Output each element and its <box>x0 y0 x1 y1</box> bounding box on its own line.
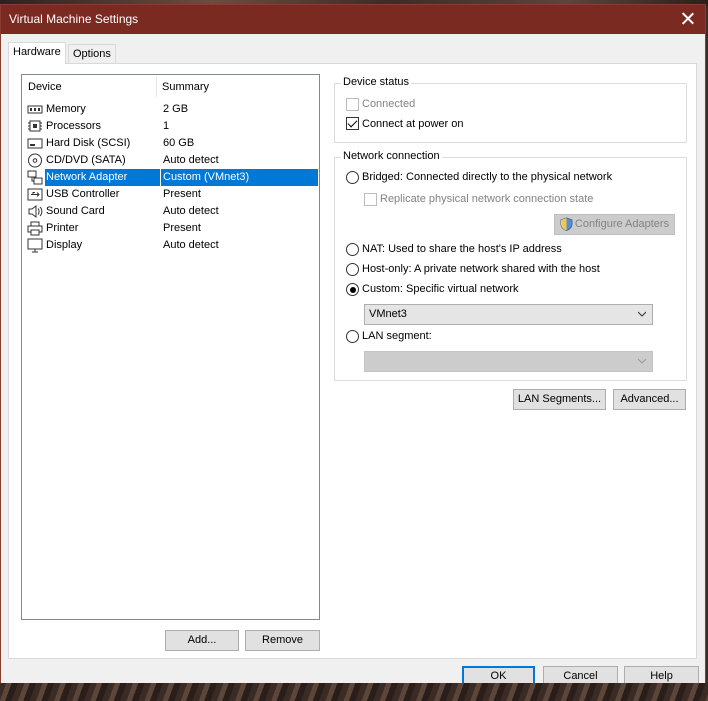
device-row-printer[interactable]: Printer Present <box>25 220 318 237</box>
device-summary: Auto detect <box>163 239 219 251</box>
display-icon <box>27 238 43 253</box>
connect-at-power-on-label: Connect at power on <box>362 118 464 130</box>
device-name: CD/DVD (SATA) <box>46 154 126 166</box>
chevron-down-icon <box>638 357 646 365</box>
tab-hardware[interactable]: Hardware <box>8 42 66 64</box>
device-summary: 2 GB <box>163 103 189 115</box>
device-summary: Auto detect <box>163 154 219 166</box>
device-summary: 60 GB <box>163 137 195 149</box>
device-list[interactable]: Device Summary Memory 2 GB Processors 1 <box>21 74 320 620</box>
nat-label: NAT: Used to share the host's IP address <box>362 243 562 255</box>
shield-icon <box>560 217 573 232</box>
device-row-memory[interactable]: Memory 2 GB <box>25 101 318 118</box>
device-name: Display <box>46 239 83 251</box>
tab-label: Hardware <box>13 46 61 58</box>
column-divider[interactable] <box>156 77 157 97</box>
device-summary: 1 <box>163 120 170 132</box>
device-name: Printer <box>46 222 79 234</box>
custom-radio[interactable] <box>346 283 359 296</box>
host-only-radio[interactable] <box>346 263 359 276</box>
device-row-network-adapter[interactable]: Network Adapter Custom (VMnet3) <box>25 169 318 186</box>
device-summary: Custom (VMnet3) <box>163 171 250 183</box>
device-summary: Auto detect <box>163 205 219 217</box>
configure-adapters-button[interactable]: Configure Adapters <box>554 214 675 235</box>
printer-icon <box>27 221 43 236</box>
hardware-panel: Device Summary Memory 2 GB Processors 1 <box>8 63 697 659</box>
configure-adapters-label: Configure Adapters <box>574 218 670 230</box>
custom-label: Custom: Specific virtual network <box>362 283 519 295</box>
cd-dvd-icon <box>27 153 43 168</box>
device-row-hard-disk[interactable]: Hard Disk (SCSI) 60 GB <box>25 135 318 152</box>
device-summary: Present <box>163 222 201 234</box>
device-name: Processors <box>46 120 102 132</box>
host-only-label: Host-only: A private network shared with… <box>362 263 600 275</box>
custom-network-value: VMnet3 <box>369 308 407 320</box>
device-summary: Present <box>163 188 201 200</box>
custom-network-select[interactable]: VMnet3 <box>364 304 653 325</box>
settings-dialog: Virtual Machine Settings Hardware Option… <box>0 4 706 690</box>
hard-disk-icon <box>27 136 43 151</box>
connected-checkbox[interactable] <box>346 98 359 111</box>
replicate-state-checkbox[interactable] <box>364 193 377 206</box>
network-connection-label: Network connection <box>341 150 442 162</box>
tab-options[interactable]: Options <box>68 44 116 64</box>
network-adapter-icon <box>27 170 43 185</box>
memory-icon <box>27 102 43 117</box>
device-name: Sound Card <box>46 205 105 217</box>
lan-segment-label: LAN segment: <box>362 330 432 342</box>
device-name: Network Adapter <box>45 169 160 186</box>
device-row-processors[interactable]: Processors 1 <box>25 118 318 135</box>
bridged-label: Bridged: Connected directly to the physi… <box>362 171 613 183</box>
window-title: Virtual Machine Settings <box>9 12 139 26</box>
device-status-label: Device status <box>341 76 412 88</box>
device-name: USB Controller <box>46 188 120 200</box>
desktop-background-bottom <box>0 683 708 701</box>
column-header-summary[interactable]: Summary <box>162 81 209 93</box>
chevron-down-icon <box>638 310 646 318</box>
speaker-icon <box>27 204 43 219</box>
device-row-cd-dvd[interactable]: CD/DVD (SATA) Auto detect <box>25 152 318 169</box>
lan-segments-button[interactable]: LAN Segments... <box>513 389 606 410</box>
tab-label: Options <box>73 48 111 60</box>
device-row-display[interactable]: Display Auto detect <box>25 237 318 254</box>
lan-segment-radio[interactable] <box>346 330 359 343</box>
connected-label: Connected <box>362 98 416 110</box>
bridged-radio[interactable] <box>346 171 359 184</box>
device-name: Hard Disk (SCSI) <box>46 137 131 149</box>
nat-radio[interactable] <box>346 243 359 256</box>
advanced-button[interactable]: Advanced... <box>613 389 686 410</box>
device-row-sound-card[interactable]: Sound Card Auto detect <box>25 203 318 220</box>
device-name: Memory <box>46 103 86 115</box>
processor-icon <box>27 119 43 134</box>
replicate-state-label: Replicate physical network connection st… <box>380 193 594 205</box>
device-row-usb-controller[interactable]: USB Controller Present <box>25 186 318 203</box>
network-connection-group: Network connection Bridged: Connected di… <box>334 150 687 381</box>
add-device-button[interactable]: Add... <box>165 630 239 651</box>
title-bar: Virtual Machine Settings <box>1 5 705 34</box>
device-status-group: Device status Connected Connect at power… <box>334 76 687 143</box>
close-icon[interactable] <box>677 8 699 30</box>
lan-segment-select[interactable] <box>364 351 653 372</box>
column-header-device[interactable]: Device <box>28 81 62 93</box>
remove-device-button[interactable]: Remove <box>245 630 320 651</box>
connect-at-power-on-checkbox[interactable] <box>346 117 359 130</box>
usb-icon <box>27 187 43 202</box>
